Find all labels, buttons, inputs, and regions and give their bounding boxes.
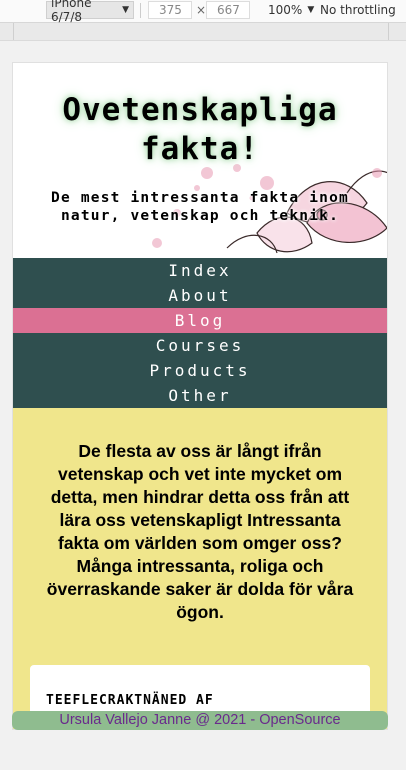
intro-text: De flesta av oss är långt ifrån vetenska… [46, 441, 354, 622]
nav-item-products[interactable]: Products [13, 358, 387, 383]
ruler-segment [14, 23, 389, 40]
zoom-select[interactable]: 100% ▼ [268, 3, 314, 17]
device-viewport: Ovetenskapliga fakta! De mest intressant… [12, 62, 388, 730]
device-label: iPhone 6/7/8 [51, 0, 92, 24]
devtools-toolbar: iPhone 6/7/8 ▼ 375 × 667 100% ▼ No throt… [0, 0, 406, 24]
zoom-label: 100% [268, 3, 303, 17]
times-icon: × [196, 3, 207, 17]
ruler-segment [0, 23, 14, 40]
divider [140, 3, 141, 18]
site-tagline: De mest intressanta fakta inom natur, ve… [51, 190, 349, 224]
main-nav: Index About Blog Courses Products Other [13, 258, 387, 408]
nav-item-index[interactable]: Index [13, 258, 387, 283]
width-input[interactable]: 375 [148, 1, 192, 19]
card-heading: TEEFLECRAKTNÄNED AF [46, 693, 214, 708]
chevron-down-icon: ▼ [122, 5, 129, 15]
site-footer: Ursula Vallejo Janne @ 2021 - OpenSource [12, 711, 388, 730]
chevron-down-icon: ▼ [307, 5, 315, 15]
nav-item-blog[interactable]: Blog [13, 308, 387, 333]
media-query-ruler [0, 23, 406, 41]
nav-item-courses[interactable]: Courses [13, 333, 387, 358]
nav-item-about[interactable]: About [13, 283, 387, 308]
nav-item-other[interactable]: Other [13, 383, 387, 408]
throttling-select[interactable]: No throttling [320, 3, 396, 17]
main-content: De flesta av oss är långt ifrån vetenska… [13, 408, 387, 729]
height-input[interactable]: 667 [206, 1, 250, 19]
device-select[interactable]: iPhone 6/7/8 ▼ [46, 0, 134, 24]
site-header: Ovetenskapliga fakta! De mest intressant… [13, 63, 387, 258]
site-title: Ovetenskapliga fakta! [62, 92, 338, 167]
throttling-label: No throttling [320, 3, 396, 17]
